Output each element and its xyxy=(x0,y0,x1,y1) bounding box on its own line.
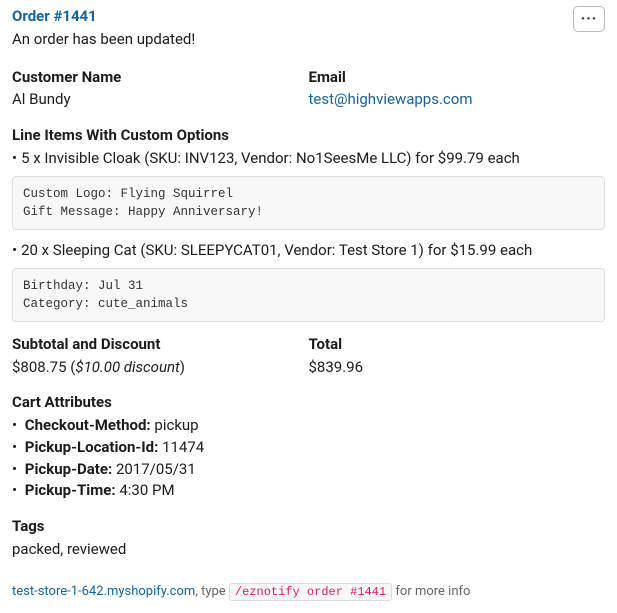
bullet-icon: • xyxy=(12,240,17,262)
footer: test-store-1-642.myshopify.com, type /ez… xyxy=(12,583,605,602)
line-item-options: Custom Logo: Flying Squirrel Gift Messag… xyxy=(12,176,605,230)
subtotal-label: Subtotal and Discount xyxy=(12,334,309,356)
bullet-icon: • xyxy=(12,480,17,502)
order-title[interactable]: Order #1441 xyxy=(12,6,195,28)
order-subtitle: An order has been updated! xyxy=(12,29,195,51)
bullet-icon: • xyxy=(12,415,17,437)
cart-attribute-row: • Pickup-Time: 4:30 PM xyxy=(12,480,605,502)
email-label: Email xyxy=(309,67,606,89)
customer-name-value: Al Bundy xyxy=(12,89,309,111)
tags-value: packed, reviewed xyxy=(12,539,605,561)
line-items-label: Line Items With Custom Options xyxy=(12,125,605,147)
line-item-text: 20 x Sleeping Cat (SKU: SLEEPYCAT01, Ven… xyxy=(21,240,532,262)
attr-key: Pickup-Time: xyxy=(25,480,116,502)
line-item-options: Birthday: Jul 31 Category: cute_animals xyxy=(12,268,605,322)
attr-value: pickup xyxy=(154,415,198,437)
cart-attribute-row: • Checkout-Method: pickup xyxy=(12,415,605,437)
attr-value: 11474 xyxy=(162,437,204,459)
customer-name-label: Customer Name xyxy=(12,67,309,89)
ellipsis-icon: ··· xyxy=(581,9,598,29)
cart-attribute-row: • Pickup-Date: 2017/05/31 xyxy=(12,459,605,481)
line-item: • 20 x Sleeping Cat (SKU: SLEEPYCAT01, V… xyxy=(12,240,605,262)
email-link[interactable]: test@highviewapps.com xyxy=(309,89,606,111)
attr-value: 4:30 PM xyxy=(119,480,174,502)
bullet-icon: • xyxy=(12,459,17,481)
total-value: $839.96 xyxy=(309,357,606,379)
line-item-text: 5 x Invisible Cloak (SKU: INV123, Vendor… xyxy=(21,148,520,170)
attr-value: 2017/05/31 xyxy=(116,459,196,481)
subtotal-value: $808.75 ($10.00 discount) xyxy=(12,357,309,379)
attr-key: Checkout-Method: xyxy=(25,415,151,437)
cart-attribute-row: • Pickup-Location-Id: 11474 xyxy=(12,437,605,459)
attr-key: Pickup-Location-Id: xyxy=(25,437,159,459)
tags-label: Tags xyxy=(12,516,605,538)
total-label: Total xyxy=(309,334,606,356)
attr-key: Pickup-Date: xyxy=(25,459,112,481)
bullet-icon: • xyxy=(12,148,17,170)
more-actions-button[interactable]: ··· xyxy=(573,6,605,32)
line-item: • 5 x Invisible Cloak (SKU: INV123, Vend… xyxy=(12,148,605,170)
bullet-icon: • xyxy=(12,437,17,459)
cart-attributes-label: Cart Attributes xyxy=(12,392,605,414)
store-link[interactable]: test-store-1-642.myshopify.com xyxy=(12,584,195,599)
